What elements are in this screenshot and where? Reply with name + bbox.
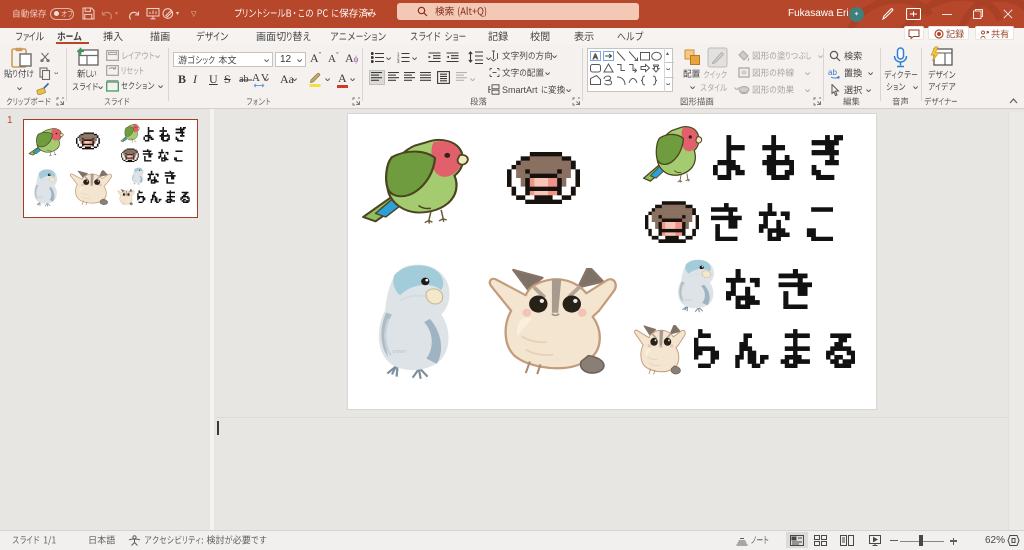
- svg-text:3: 3: [397, 59, 400, 63]
- svg-text:A: A: [593, 54, 598, 61]
- svg-text:OMWT: OMWT: [685, 299, 693, 301]
- svg-text:ab: ab: [828, 68, 837, 77]
- svg-text:OMWT: OMWT: [392, 349, 407, 354]
